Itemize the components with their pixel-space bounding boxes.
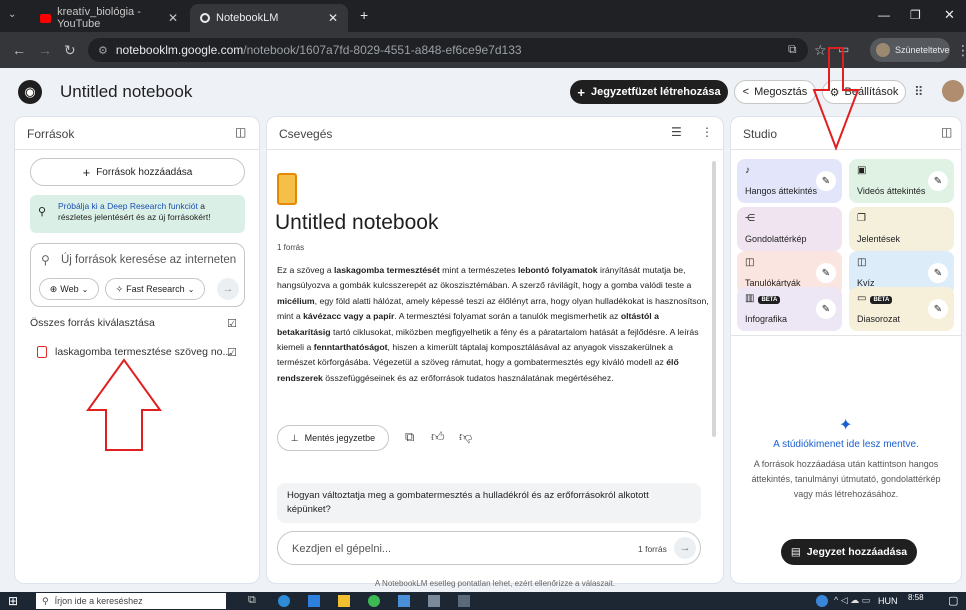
tray-icons[interactable]: ^ ◁ ☁ ▭ — [834, 595, 870, 606]
language-indicator[interactable]: HUN — [878, 596, 898, 606]
taskbar-search-placeholder: Írjon ide a kereséshez — [54, 596, 143, 606]
tray-app-icon[interactable] — [816, 595, 828, 607]
annotation-overlay — [86, 47, 860, 451]
app-icon[interactable] — [428, 595, 440, 607]
notifications-icon[interactable]: ▢ — [948, 594, 958, 607]
app-icon[interactable] — [458, 595, 470, 607]
down-arrow-annotation — [812, 47, 860, 151]
clock[interactable]: 8:58 — [908, 593, 924, 602]
search-icon: ⚲ — [42, 595, 49, 606]
windows-taskbar: ⊞ ⚲ Írjon ide a kereséshez ⧉ ^ ◁ ☁ ▭ HUN … — [0, 592, 966, 610]
up-arrow-annotation — [86, 358, 162, 451]
app-icon[interactable] — [308, 595, 320, 607]
windows-start-icon[interactable]: ⊞ — [8, 594, 18, 608]
file-explorer-icon[interactable] — [338, 595, 350, 607]
chrome-icon[interactable] — [368, 595, 380, 607]
taskbar-search[interactable]: ⚲ Írjon ide a kereséshez — [36, 593, 226, 609]
app-icon[interactable] — [398, 595, 410, 607]
edge-icon[interactable] — [278, 595, 290, 607]
task-view-icon[interactable]: ⧉ — [248, 594, 256, 607]
